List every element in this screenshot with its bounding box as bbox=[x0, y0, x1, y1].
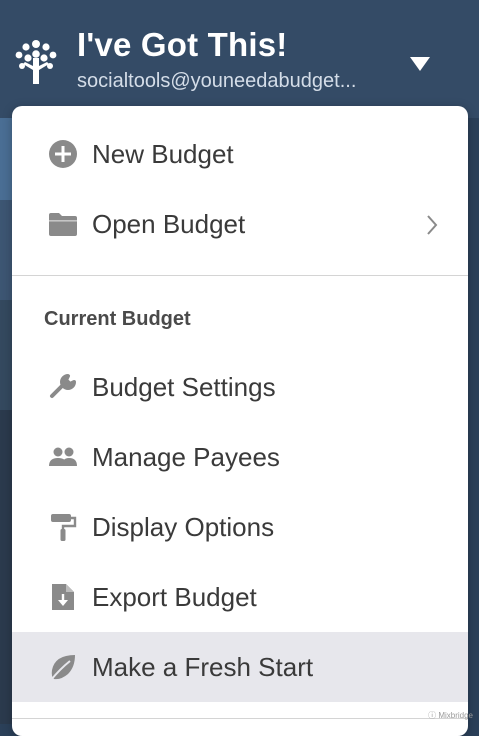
watermark: ⓘ Mixbridge bbox=[428, 711, 473, 720]
background-panel-strip bbox=[0, 200, 12, 300]
budget-title: I've Got This! bbox=[77, 26, 288, 63]
background-panel-strip bbox=[0, 118, 12, 200]
menu-item-label: Export Budget bbox=[92, 581, 257, 612]
budget-dropdown-menu: New Budget Open Budget Current Budget Bu… bbox=[12, 106, 468, 736]
menu-divider bbox=[12, 718, 468, 719]
budget-header[interactable]: I've Got This! socialtools@youneedabudge… bbox=[0, 0, 479, 118]
folder-icon bbox=[48, 209, 78, 239]
paint-roller-icon bbox=[48, 512, 78, 542]
menu-item-fresh-start[interactable]: Make a Fresh Start bbox=[12, 632, 468, 702]
wrench-icon bbox=[48, 372, 78, 402]
tree-logo-icon bbox=[15, 40, 57, 84]
menu-item-manage-payees[interactable]: Manage Payees bbox=[12, 422, 468, 492]
menu-item-label: Open Budget bbox=[92, 208, 246, 239]
section-title-current-budget: Current Budget bbox=[44, 308, 191, 330]
background-panel-strip bbox=[0, 300, 12, 410]
background-panel-strip bbox=[0, 410, 12, 724]
menu-item-new-budget[interactable]: New Budget bbox=[12, 119, 468, 189]
account-email: socialtools@youneedabudget... bbox=[77, 70, 357, 92]
menu-item-label: Display Options bbox=[92, 511, 275, 542]
menu-item-label: New Budget bbox=[92, 138, 234, 169]
chevron-right-icon bbox=[427, 215, 438, 235]
leaf-icon bbox=[48, 652, 78, 682]
menu-item-label: Make a Fresh Start bbox=[92, 651, 314, 682]
dropdown-caret-icon[interactable] bbox=[410, 57, 430, 71]
people-icon bbox=[48, 442, 78, 472]
plus-circle-icon bbox=[48, 139, 78, 169]
menu-item-export-budget[interactable]: Export Budget bbox=[12, 562, 468, 632]
menu-divider bbox=[12, 275, 468, 276]
menu-item-open-budget[interactable]: Open Budget bbox=[12, 189, 468, 259]
menu-item-label: Budget Settings bbox=[92, 371, 276, 402]
menu-item-label: Manage Payees bbox=[92, 441, 280, 472]
menu-item-display-options[interactable]: Display Options bbox=[12, 492, 468, 562]
file-download-icon bbox=[48, 582, 78, 612]
menu-item-budget-settings[interactable]: Budget Settings bbox=[12, 352, 468, 422]
